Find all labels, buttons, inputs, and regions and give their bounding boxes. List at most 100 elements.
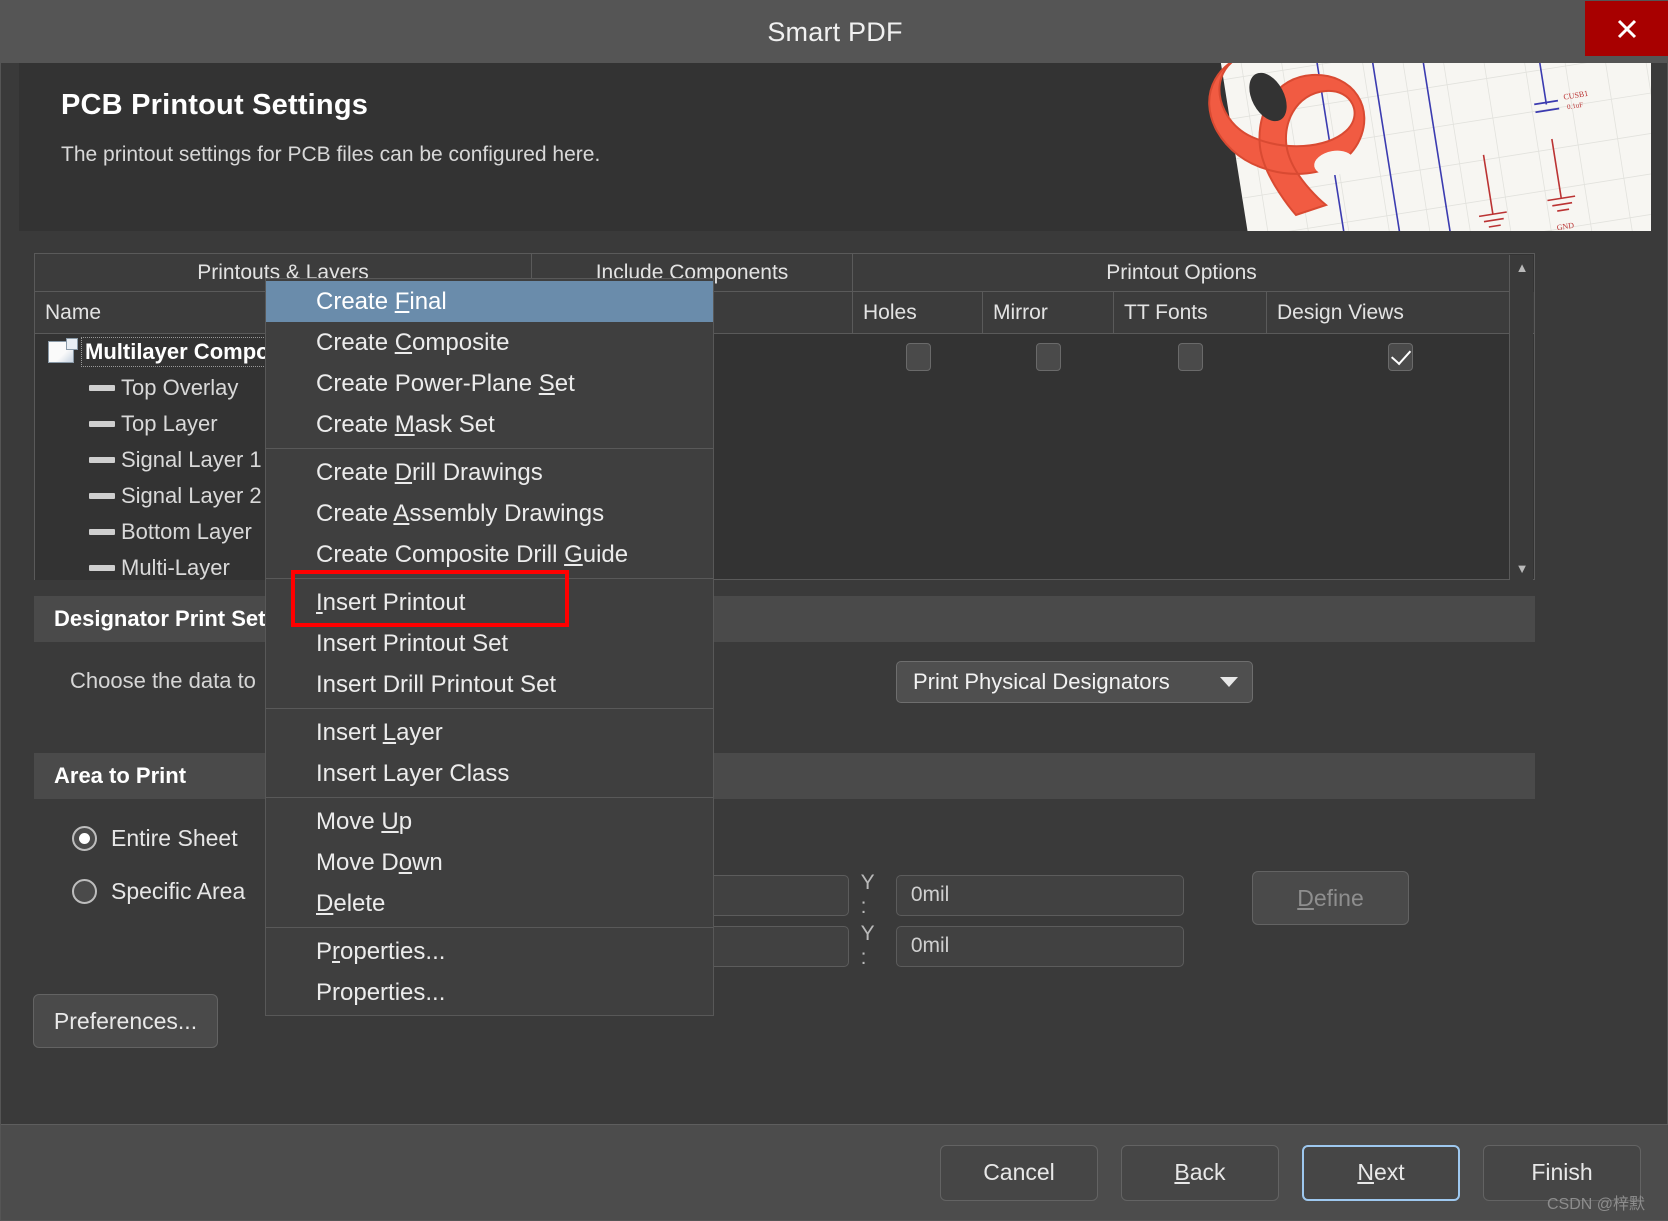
cell-design-views[interactable] [1267,334,1534,380]
designator-hint: Choose the data to [70,668,256,693]
column-header-tt-fonts[interactable]: TT Fonts [1114,292,1267,334]
menu-separator [266,578,713,579]
area-y2-field[interactable]: 0mil [895,925,1184,967]
tree-item-label: Bottom Layer [121,519,252,544]
define-button[interactable]: Define [1252,871,1409,925]
area-y2-label: Y : [860,922,875,969]
layer-line-icon [89,529,115,535]
next-button[interactable]: Next [1302,1144,1460,1201]
layer-line-icon [89,565,115,571]
title-bar: Smart PDF [1,1,1668,63]
designator-dropdown[interactable]: Print Physical Designators [896,661,1253,703]
menu-item-insert-drill-printout-set[interactable]: Insert Drill Printout Set [266,664,713,705]
radio-label: Entire Sheet [111,825,238,851]
preferences-button[interactable]: Preferences... [33,994,218,1048]
watermark: CSDN @梓默 [1546,1196,1645,1213]
checkbox-mirror[interactable] [1036,343,1061,371]
designator-dropdown-value: Print Physical Designators [913,669,1170,694]
menu-item-insert-layer[interactable]: Insert Layer [266,712,713,753]
menu-item-create-mask-set[interactable]: Create Mask Set [266,404,713,445]
table-group-header-row: Printouts & Layers Include Components Pr… [35,254,1534,292]
finish-button-label: Finish [1531,1159,1593,1185]
menu-item-create-drill-drawings[interactable]: Create Drill Drawings [266,452,713,493]
banner: 3V3OUT1/7 CUSB1 0.1uF GND GND V [19,63,1651,231]
section-title: Area to Print [54,763,187,788]
close-icon [1617,19,1637,38]
layer-line-icon [89,385,115,391]
menu-item-insert-printout-set[interactable]: Insert Printout Set [266,623,713,664]
context-menu: Create Final Create Composite Create Pow… [265,278,714,1016]
chevron-down-icon[interactable]: ▼ [1510,556,1534,580]
radio-label: Specific Area [111,878,246,904]
menu-item-preferences[interactable]: Properties... [266,972,713,1013]
preferences-button-label: Preferences... [53,1007,198,1034]
printouts-table: Printouts & Layers Include Components Pr… [34,253,1535,580]
cell-tt-fonts[interactable] [1114,334,1267,380]
menu-item-insert-layer-class[interactable]: Insert Layer Class [266,753,713,794]
column-header-design-views[interactable]: Design Views [1267,292,1534,334]
layer-line-icon [89,421,115,427]
tree-item-label: Signal Layer 1 [121,447,262,472]
menu-item-delete[interactable]: Delete [266,883,713,924]
menu-item-move-down[interactable]: Move Down [266,842,713,883]
group-header-printout-options: Printout Options [853,254,1510,292]
designator-print-set-panel: Choose the data to Print Physical Design… [34,642,1535,746]
tree-item-label: Top Overlay [121,375,239,400]
checkbox-tt-fonts[interactable] [1178,343,1203,371]
radio-specific-area[interactable]: Specific Area [72,878,245,905]
back-button[interactable]: Back [1121,1144,1279,1201]
checkbox-holes[interactable] [905,343,931,371]
menu-item-move-up[interactable]: Move Up [266,801,713,842]
define-button-label-rest: efine [1313,884,1364,911]
cell-mirror[interactable] [983,334,1114,380]
menu-item-insert-printout[interactable]: Insert Printout [266,582,713,623]
menu-item-create-final[interactable]: Create Final [266,281,713,322]
dialog-footer: Cancel Back Next Finish [1,1124,1668,1220]
radio-icon [72,826,97,851]
menu-separator [266,927,713,928]
table-scrollbar[interactable]: ▲ ▼ [1509,255,1533,580]
area-y1-field[interactable]: 0mil [895,874,1184,916]
menu-item-create-composite[interactable]: Create Composite [266,322,713,363]
menu-item-label: Properties... [316,978,446,1006]
menu-item-label: Insert Printout Set [316,629,509,657]
area-to-print-header: Area to Print [34,753,1535,799]
menu-item-create-composite-drill-guide[interactable]: Create Composite Drill Guide [266,534,713,575]
cell-holes[interactable] [853,334,983,380]
printout-page-icon [48,338,78,363]
area-to-print-panel: Entire Sheet Specific Area Y : 0mil Y : … [33,799,1535,1051]
page-subtitle: The printout settings for PCB files can … [61,143,601,166]
svg-text:GND: GND [1556,221,1575,231]
menu-item-properties[interactable]: Properties... [266,931,713,972]
column-header-mirror[interactable]: Mirror [983,292,1114,334]
column-header-holes[interactable]: Holes [853,292,983,334]
window-title: Smart PDF [767,16,903,47]
area-y1-label: Y : [860,871,875,918]
section-title: Designator Print Set [54,606,266,631]
menu-item-label: Insert Drill Printout Set [316,670,557,698]
banner-artwork: 3V3OUT1/7 CUSB1 0.1uF GND GND V [1181,63,1651,231]
page-title: PCB Printout Settings [61,89,369,121]
menu-separator [266,708,713,709]
tree-item-label: Multilayer Compo [81,337,274,367]
tree-item-label: Signal Layer 2 [121,483,262,508]
cancel-button-label: Cancel [983,1159,1055,1185]
menu-item-create-power-plane-set[interactable]: Create Power-Plane Set [266,363,713,404]
menu-separator [266,797,713,798]
menu-separator [266,448,713,449]
menu-item-label: Insert Layer Class [316,759,510,787]
tree-item-label: Top Layer [121,411,218,436]
close-button[interactable] [1585,1,1668,56]
table-column-header-row: Name Through-hole Holes Mirror TT Fonts … [35,292,1534,334]
smart-pdf-dialog: Smart PDF CUSB1 0.1uF GND PCB Printout S… [0,0,1668,1221]
designator-print-set-header: Designator Print Set [34,596,1535,642]
cancel-button[interactable]: Cancel [940,1144,1098,1201]
radio-icon [72,879,97,904]
menu-item-create-assembly-drawings[interactable]: Create Assembly Drawings [266,493,713,534]
checkbox-design-views[interactable] [1388,343,1413,371]
layer-line-icon [89,493,115,499]
chevron-up-icon[interactable]: ▲ [1510,255,1534,279]
layer-line-icon [89,457,115,463]
tree-item-label: Multi-Layer [121,555,230,580]
radio-entire-sheet[interactable]: Entire Sheet [72,825,245,852]
